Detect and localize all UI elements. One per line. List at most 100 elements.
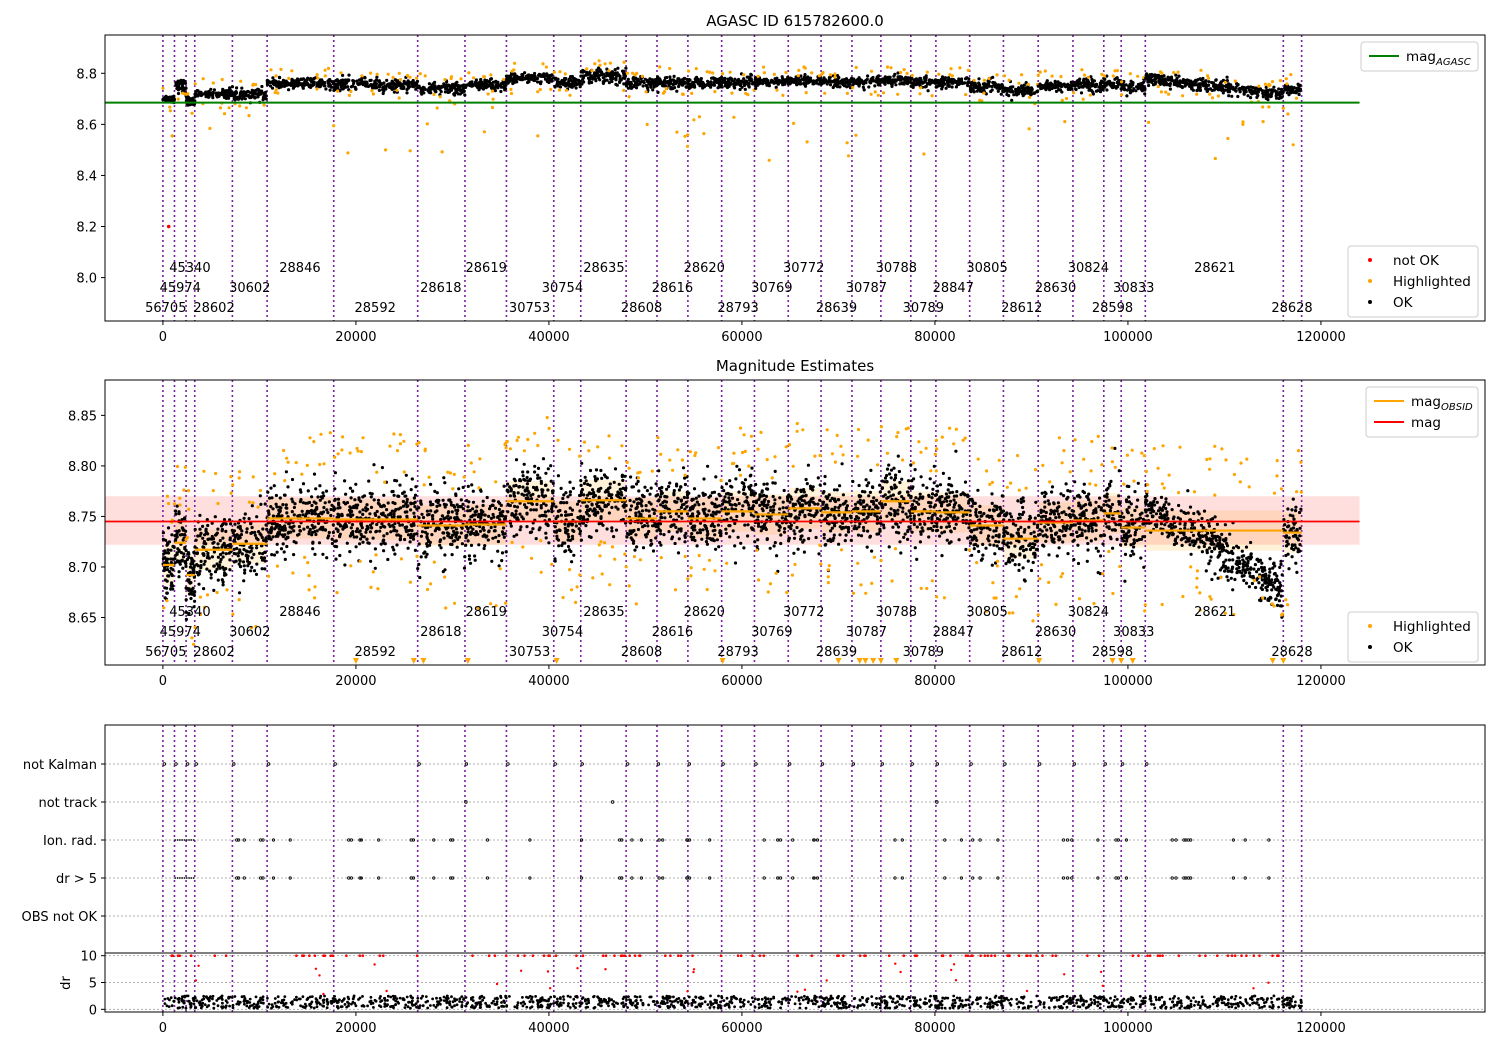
ok-point — [292, 553, 296, 557]
ok-point — [522, 462, 526, 466]
ok-point — [318, 527, 322, 531]
ok-point — [540, 493, 544, 497]
ok-point — [351, 84, 355, 88]
agasc-magnitude-panel: AGASC ID 615782600.056705459744534028602… — [76, 12, 1486, 345]
highlighted-point — [668, 66, 672, 71]
ok-point — [301, 501, 305, 505]
highlighted-point — [833, 72, 837, 76]
ok-point — [165, 568, 170, 572]
ok-point — [1060, 84, 1064, 88]
ok-point — [928, 78, 932, 82]
ok-point — [276, 532, 280, 536]
ok-point — [394, 507, 398, 512]
ok-point — [475, 505, 479, 509]
ok-point — [209, 572, 213, 577]
ok-point — [410, 80, 414, 84]
ok-point — [359, 532, 363, 537]
ok-point — [1260, 89, 1264, 93]
ok-point — [574, 86, 578, 90]
ok-point — [417, 516, 421, 520]
highlighted-outlier — [1241, 120, 1245, 124]
ok-point — [351, 489, 355, 493]
ok-point — [687, 78, 691, 83]
highlighted-point — [644, 90, 648, 94]
ok-point — [287, 88, 291, 92]
ok-point — [1129, 85, 1133, 89]
highlighted-point — [598, 63, 602, 67]
legend-dot-swatch — [1368, 258, 1372, 262]
ok-point — [934, 81, 938, 85]
ok-point — [1263, 92, 1267, 96]
highlighted-point — [423, 449, 427, 453]
highlighted-point — [336, 452, 340, 456]
highlighted-point — [728, 70, 732, 74]
ok-point — [881, 77, 885, 81]
highlighted-point — [1050, 74, 1054, 78]
highlighted-point — [425, 587, 430, 592]
ok-point — [545, 522, 550, 526]
highlighted-point — [266, 574, 271, 578]
ok-point — [406, 533, 411, 537]
ok-point — [489, 525, 493, 530]
highlighted-point — [885, 65, 890, 69]
ok-point — [696, 82, 701, 86]
highlighted-point — [167, 501, 171, 506]
ok-point — [336, 497, 341, 501]
ok-point — [1265, 88, 1269, 92]
ok-point — [278, 496, 282, 500]
highlighted-point — [427, 475, 431, 479]
ok-point — [245, 557, 250, 561]
ok-point — [385, 532, 389, 536]
highlighted-point — [262, 103, 266, 107]
ok-point — [203, 559, 207, 564]
obsid-label: 28847 — [933, 281, 974, 296]
ok-point — [246, 564, 250, 568]
ok-point — [515, 516, 520, 520]
ok-point — [544, 536, 548, 540]
ok-point — [253, 533, 257, 537]
ok-point — [966, 83, 970, 88]
ok-point — [461, 502, 465, 506]
highlighted-outlier — [854, 133, 858, 137]
highlighted-point — [1289, 73, 1293, 77]
ok-point — [206, 537, 210, 542]
ok-point — [1067, 83, 1071, 87]
ok-point — [429, 482, 433, 486]
highlighted-point — [374, 553, 378, 557]
ok-point — [568, 82, 572, 86]
ok-point — [1135, 85, 1139, 89]
ok-point — [354, 87, 358, 91]
ok-point — [509, 489, 513, 493]
ok-point — [523, 71, 527, 75]
highlighted-point — [607, 69, 611, 73]
ok-point — [1253, 88, 1257, 93]
ok-point — [310, 80, 314, 84]
ok-point — [618, 74, 622, 78]
ok-point — [268, 496, 272, 500]
ok-point — [204, 542, 208, 546]
highlighted-point — [254, 83, 258, 87]
highlighted-point — [190, 111, 194, 115]
highlighted-point — [1007, 78, 1011, 82]
ok-point — [1044, 82, 1048, 86]
ok-point — [1143, 92, 1147, 96]
y-tick-label: 8.0 — [76, 272, 97, 287]
highlighted-outlier — [683, 134, 687, 138]
ok-point — [775, 76, 779, 80]
highlighted-point — [568, 93, 572, 97]
ok-point — [339, 78, 344, 82]
ok-point — [421, 515, 426, 520]
ok-point — [170, 95, 175, 100]
ok-point — [459, 498, 463, 502]
ok-point — [1174, 83, 1178, 87]
ok-point — [1165, 83, 1169, 87]
ok-point — [240, 90, 244, 94]
ok-point — [1087, 88, 1091, 92]
ok-point — [377, 502, 381, 506]
ok-point — [466, 526, 470, 531]
ok-point — [163, 549, 167, 553]
ok-point — [427, 82, 431, 86]
ok-point — [460, 542, 464, 546]
ok-point — [491, 536, 495, 540]
highlighted-point — [1158, 70, 1163, 74]
